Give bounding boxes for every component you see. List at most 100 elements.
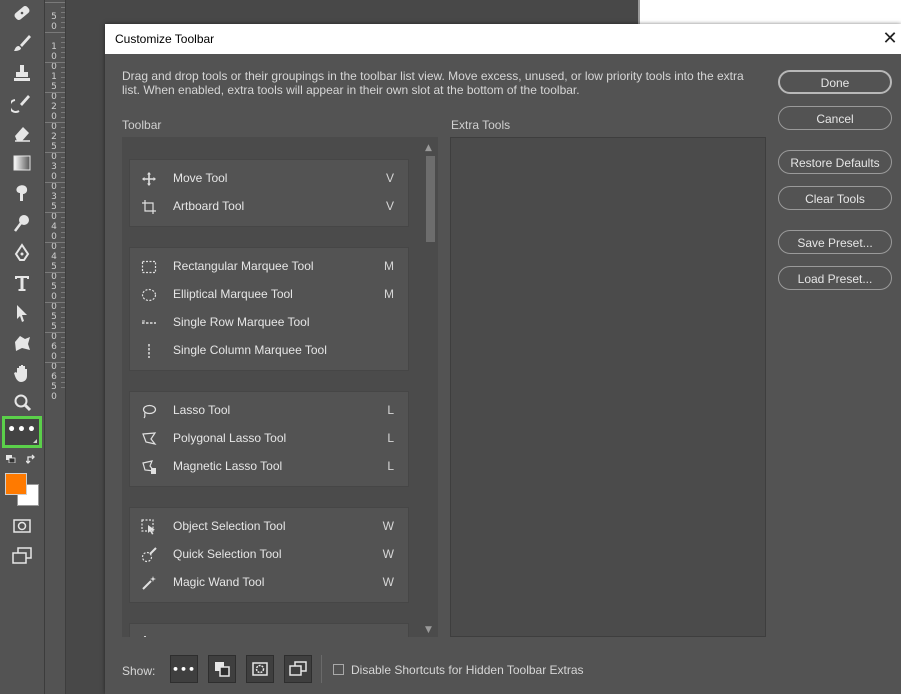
ruler-tick bbox=[61, 167, 65, 168]
tool-row[interactable]: Magnetic Lasso Tool L bbox=[130, 453, 410, 481]
ruler-tick bbox=[61, 252, 65, 253]
toolbar-list-scrollbar[interactable]: ▲ ▼ bbox=[423, 142, 437, 638]
healing-brush-icon[interactable] bbox=[7, 0, 37, 26]
ruler-label: 50 bbox=[49, 12, 59, 32]
tool-shortcut: W bbox=[382, 547, 394, 561]
quick-mask-icon[interactable] bbox=[7, 513, 37, 539]
color-swatches-icon bbox=[215, 662, 230, 677]
tool-shortcut: L bbox=[387, 403, 394, 417]
ruler-label: 400 bbox=[49, 222, 59, 252]
extra-tools-list[interactable] bbox=[450, 137, 766, 637]
edit-toolbar-button[interactable]: ••• bbox=[2, 416, 42, 448]
tool-group[interactable]: Rectangular Marquee Tool M Elliptical Marq… bbox=[129, 247, 409, 371]
tool-row[interactable]: Magic Wand Tool W bbox=[130, 569, 410, 597]
foreground-color-swatch[interactable] bbox=[5, 473, 27, 495]
ruler-tick bbox=[45, 242, 65, 243]
tool-name: Magnetic Lasso Tool bbox=[173, 459, 283, 473]
ruler-tick bbox=[61, 127, 65, 128]
hand-icon[interactable] bbox=[7, 360, 37, 386]
tool-row[interactable]: Crop Tool C bbox=[130, 629, 410, 637]
ruler-tick bbox=[61, 222, 65, 223]
load-preset-button[interactable]: Load Preset... bbox=[778, 266, 892, 290]
shape-icon[interactable] bbox=[7, 330, 37, 356]
ruler-tick bbox=[61, 12, 65, 13]
clear-tools-button[interactable]: Clear Tools bbox=[778, 186, 892, 210]
tool-row[interactable]: Quick Selection Tool W bbox=[130, 541, 410, 569]
save-preset-button[interactable]: Save Preset... bbox=[778, 230, 892, 254]
tool-name: Magic Wand Tool bbox=[173, 575, 265, 589]
tool-name: Artboard Tool bbox=[173, 199, 245, 213]
scroll-down-icon[interactable]: ▼ bbox=[425, 626, 432, 635]
gradient-icon[interactable] bbox=[7, 150, 37, 176]
show-quick-mask-button[interactable] bbox=[246, 655, 274, 683]
polygonal-lasso-icon bbox=[141, 431, 157, 447]
toolbar-list[interactable]: Move Tool V Artboard Tool V Rectangular Marq… bbox=[122, 137, 438, 637]
ruler-tick bbox=[61, 162, 65, 163]
tool-shortcut: V bbox=[385, 199, 394, 213]
ruler-tick bbox=[61, 132, 65, 133]
move-icon bbox=[141, 171, 157, 187]
pen-icon[interactable] bbox=[7, 240, 37, 266]
tool-name: Single Column Marquee Tool bbox=[173, 343, 327, 357]
dialog-footer: Show: ••• Disable Shortcuts for Hidden T… bbox=[105, 642, 901, 694]
tool-row[interactable]: Lasso Tool L bbox=[130, 397, 410, 425]
ruler-label: 250 bbox=[49, 132, 59, 162]
smudge-icon[interactable] bbox=[7, 180, 37, 206]
show-label: Show: bbox=[122, 664, 156, 678]
history-brush-icon[interactable] bbox=[7, 90, 37, 116]
ruler-label: 600 bbox=[49, 342, 59, 372]
scroll-thumb[interactable] bbox=[426, 156, 435, 242]
tool-row[interactable]: Polygonal Lasso Tool L bbox=[130, 425, 410, 453]
tool-name: Crop Tool bbox=[173, 635, 224, 637]
tool-group[interactable]: Lasso Tool L Polygonal Lasso Tool L Magnetic… bbox=[129, 391, 409, 487]
ruler-tick bbox=[61, 217, 65, 218]
ruler-tick bbox=[61, 112, 65, 113]
ruler-label: 500 bbox=[49, 282, 59, 312]
tool-row[interactable]: Rectangular Marquee Tool M bbox=[130, 253, 410, 281]
ruler-tick bbox=[61, 292, 65, 293]
tool-row[interactable]: Single Row Marquee Tool bbox=[130, 309, 410, 337]
tool-row[interactable]: Object Selection Tool W bbox=[130, 513, 410, 541]
tool-row[interactable]: Single Column Marquee Tool bbox=[130, 337, 410, 365]
ruler-tick bbox=[61, 372, 65, 373]
ruler-label: 150 bbox=[49, 72, 59, 102]
cancel-button[interactable]: Cancel bbox=[778, 106, 892, 130]
done-button[interactable]: Done bbox=[778, 70, 892, 94]
brush-icon[interactable] bbox=[7, 30, 37, 56]
dodge-icon[interactable] bbox=[7, 210, 37, 236]
scroll-up-icon[interactable]: ▲ bbox=[425, 144, 432, 153]
swap-colors-icon[interactable] bbox=[26, 453, 38, 465]
tool-row[interactable]: Elliptical Marquee Tool M bbox=[130, 281, 410, 309]
show-extra-tools-button[interactable]: ••• bbox=[170, 655, 198, 683]
path-selection-icon[interactable] bbox=[7, 300, 37, 326]
ruler-tick bbox=[61, 352, 65, 353]
tool-group[interactable]: Object Selection Tool W Quick Selection To… bbox=[129, 507, 409, 603]
ruler-tick bbox=[61, 317, 65, 318]
disable-shortcuts-label: Disable Shortcuts for Hidden Toolbar Ext… bbox=[351, 663, 584, 677]
zoom-icon[interactable] bbox=[7, 390, 37, 416]
ruler-tick bbox=[61, 192, 65, 193]
ruler-tick bbox=[61, 17, 65, 18]
close-icon[interactable]: ✕ bbox=[881, 24, 899, 54]
more-icon: ••• bbox=[7, 422, 37, 438]
show-colors-button[interactable] bbox=[208, 655, 236, 683]
toolbar-list-label: Toolbar bbox=[122, 118, 162, 132]
eraser-icon[interactable] bbox=[7, 120, 37, 146]
ruler-tick bbox=[61, 87, 65, 88]
restore-defaults-button[interactable]: Restore Defaults bbox=[778, 150, 892, 174]
artboard-icon bbox=[141, 199, 157, 215]
default-colors-icon[interactable] bbox=[6, 455, 16, 463]
tool-row[interactable]: Artboard Tool V bbox=[130, 193, 410, 221]
ruler-tick bbox=[45, 152, 65, 153]
disable-shortcuts-checkbox[interactable] bbox=[333, 664, 344, 675]
screen-mode-icon[interactable] bbox=[7, 543, 37, 569]
extra-tools-label: Extra Tools bbox=[451, 118, 511, 132]
ruler-tick bbox=[45, 362, 65, 363]
stamp-icon[interactable] bbox=[7, 60, 37, 86]
tool-group[interactable]: Crop Tool C bbox=[129, 623, 409, 637]
tool-row[interactable]: Move Tool V bbox=[130, 165, 410, 193]
type-icon[interactable] bbox=[7, 270, 37, 296]
tool-group[interactable]: Move Tool V Artboard Tool V bbox=[129, 159, 409, 227]
ruler-tick bbox=[61, 322, 65, 323]
show-screen-mode-button[interactable] bbox=[284, 655, 312, 683]
